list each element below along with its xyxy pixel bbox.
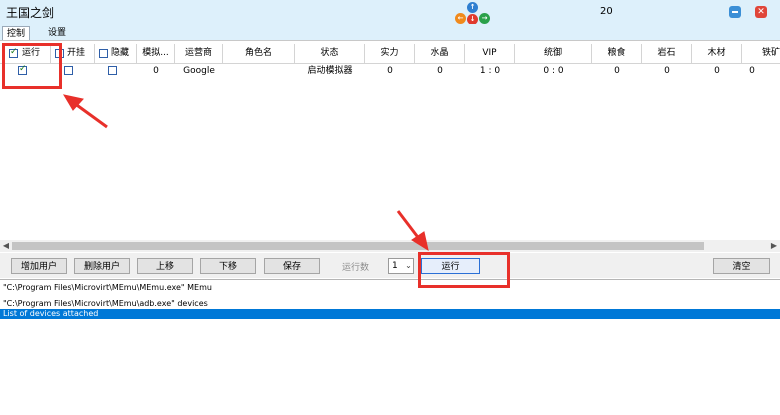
annotation-arrows [62,94,429,252]
annotation-arrow-run-column [62,94,108,129]
annotation-arrow-run-button [396,210,429,252]
